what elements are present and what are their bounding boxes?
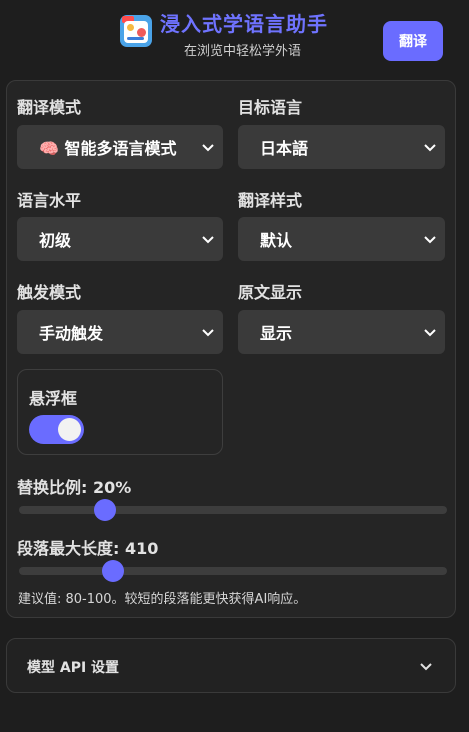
max-paragraph-length-slider[interactable] — [19, 560, 447, 582]
chevron-down-icon — [420, 663, 432, 671]
translation-style-value: 默认 — [260, 231, 293, 250]
app-logo-icon — [120, 15, 152, 47]
trigger-mode-label: 触发模式 — [17, 283, 82, 302]
replacement-ratio-thumb[interactable] — [93, 499, 116, 521]
translation-style-select[interactable]: 默认 — [238, 217, 445, 261]
language-level-label: 语言水平 — [17, 191, 82, 210]
chevron-down-icon — [424, 329, 436, 337]
header: 浸入式学语言助手 在浏览中轻松学外语 翻译 — [0, 0, 469, 72]
floating-box-label: 悬浮框 — [29, 389, 78, 408]
model-api-settings-accordion[interactable]: 模型 API 设置 — [6, 638, 456, 693]
max-paragraph-length-thumb[interactable] — [102, 560, 125, 582]
translate-button[interactable]: 翻译 — [383, 21, 443, 61]
trigger-mode-value: 手动触发 — [39, 324, 104, 343]
translation-mode-select[interactable]: 🧠 智能多语言模式 — [17, 125, 223, 169]
target-language-label: 目标语言 — [238, 98, 303, 117]
floating-box-toggle[interactable] — [29, 415, 84, 444]
translation-mode-label: 翻译模式 — [17, 98, 82, 117]
replacement-ratio-slider[interactable] — [19, 499, 447, 521]
app-title: 浸入式学语言助手 — [160, 12, 328, 36]
original-display-value: 显示 — [260, 324, 293, 343]
language-level-value: 初级 — [39, 231, 72, 250]
original-display-label: 原文显示 — [238, 283, 303, 302]
translation-style-label: 翻译样式 — [238, 191, 303, 210]
chevron-down-icon — [202, 144, 214, 152]
chevron-down-icon — [424, 236, 436, 244]
trigger-mode-select[interactable]: 手动触发 — [17, 310, 223, 354]
chevron-down-icon — [202, 236, 214, 244]
target-language-value: 日本語 — [260, 139, 309, 158]
paragraph-length-hint: 建议值: 80-100。较短的段落能更快获得AI响应。 — [18, 592, 307, 607]
translation-mode-value: 🧠 智能多语言模式 — [39, 139, 177, 158]
replacement-ratio-label: 替换比例: 20% — [17, 478, 132, 497]
floating-box-card: 悬浮框 — [17, 369, 223, 455]
language-level-select[interactable]: 初级 — [17, 217, 223, 261]
target-language-select[interactable]: 日本語 — [238, 125, 445, 169]
chevron-down-icon — [202, 329, 214, 337]
max-paragraph-length-label: 段落最大长度: 410 — [17, 539, 159, 558]
app-subtitle: 在浏览中轻松学外语 — [184, 44, 302, 59]
model-api-settings-title: 模型 API 设置 — [27, 660, 120, 676]
toggle-knob — [58, 418, 81, 441]
chevron-down-icon — [424, 144, 436, 152]
original-display-select[interactable]: 显示 — [238, 310, 445, 354]
